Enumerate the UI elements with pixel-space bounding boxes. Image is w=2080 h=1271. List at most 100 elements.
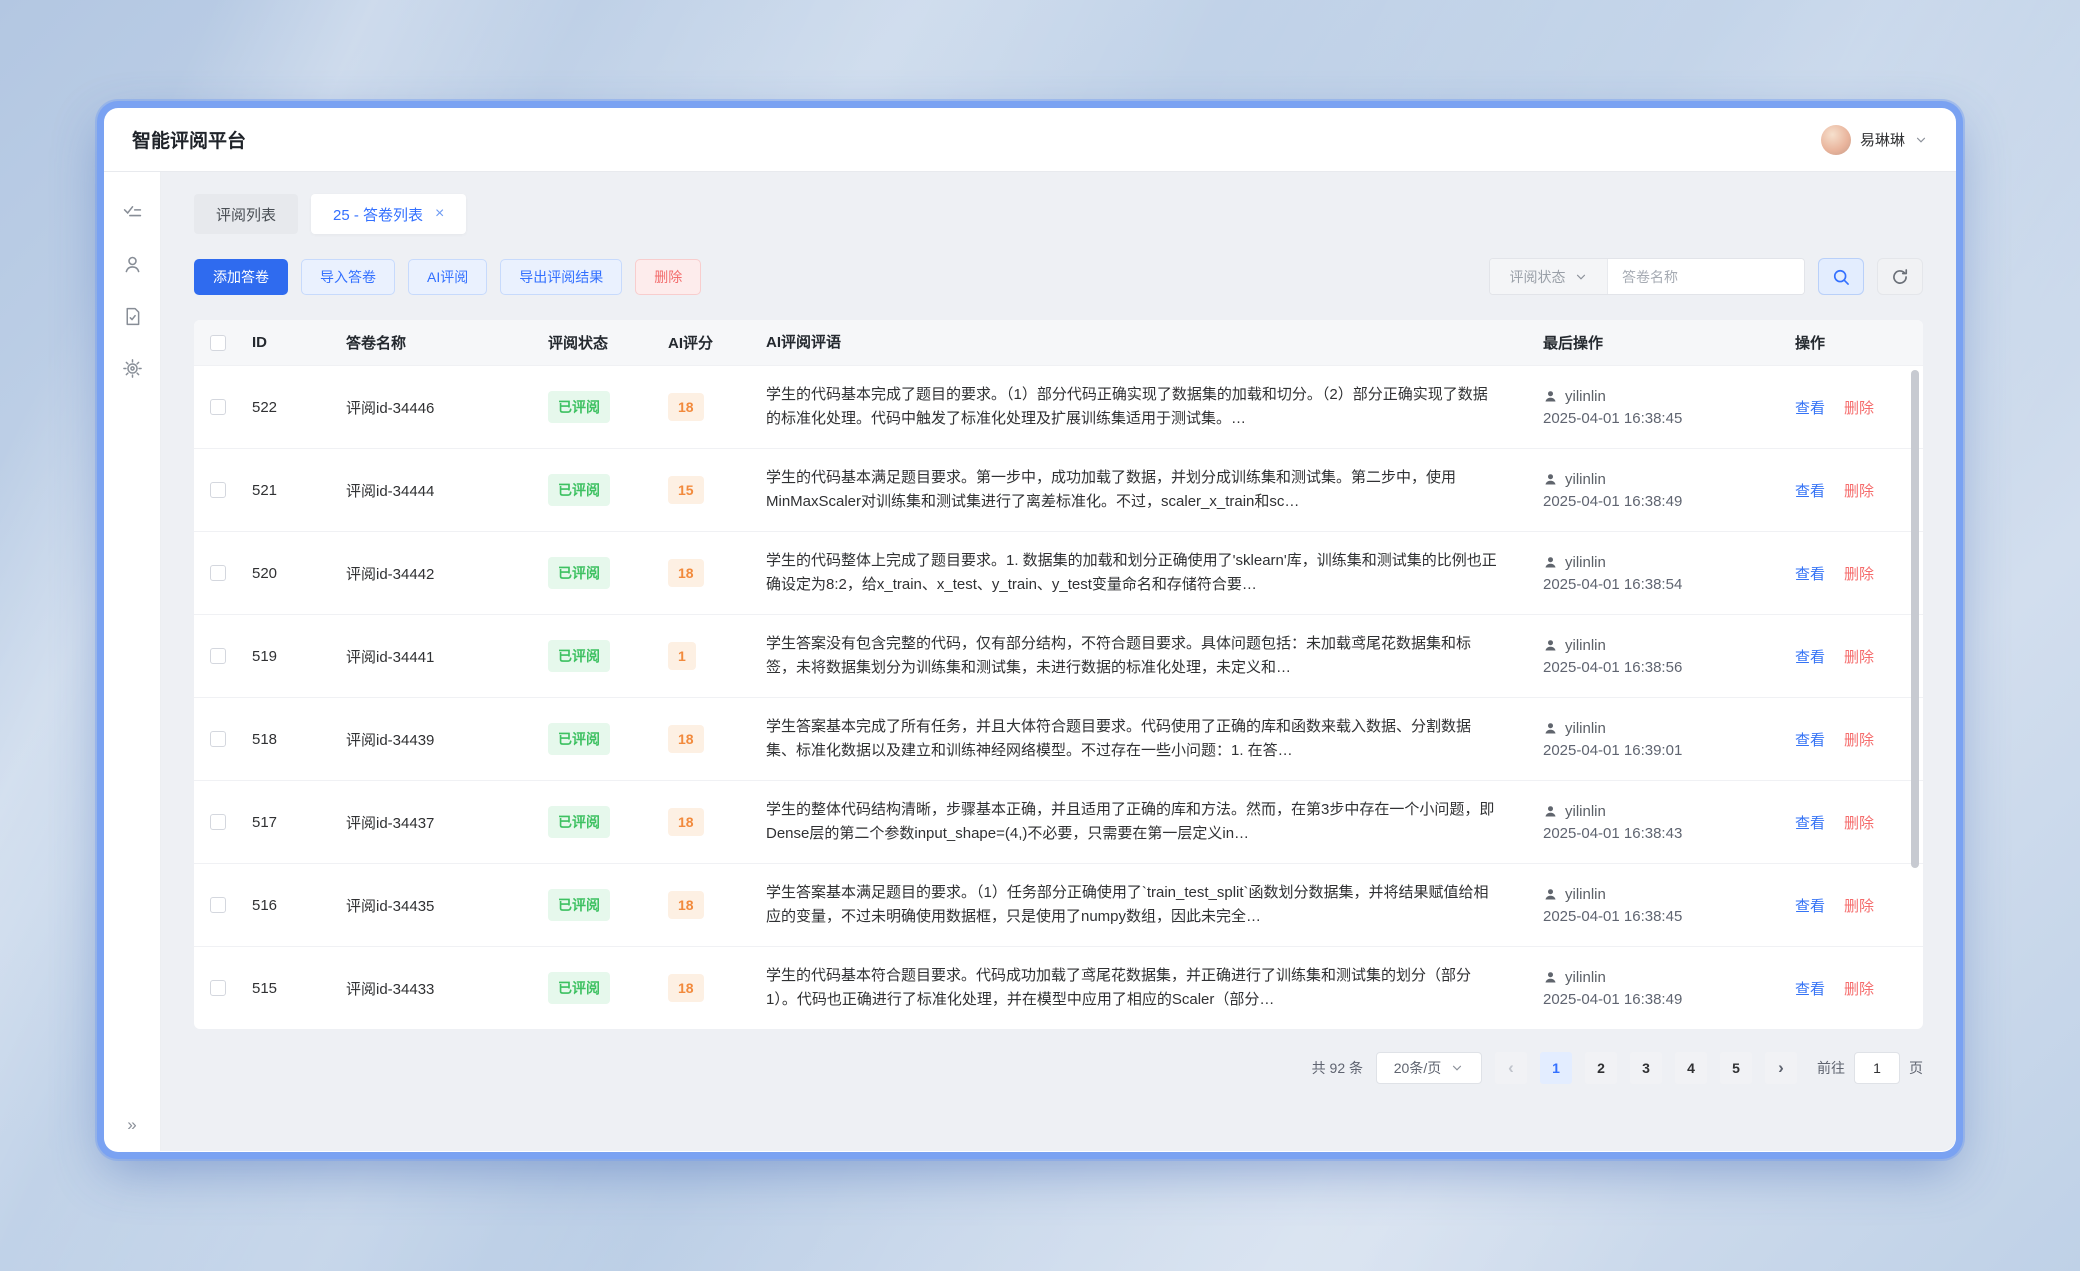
row-comment: 学生的代码基本完成了题目的要求。（1）部分代码正确实现了数据集的加载和切分。（2… xyxy=(766,383,1543,431)
row-id: 515 xyxy=(252,980,346,997)
view-link[interactable]: 查看 xyxy=(1795,978,1825,999)
page-size-select[interactable]: 20条/页 xyxy=(1376,1052,1482,1084)
delete-link[interactable]: 删除 xyxy=(1844,397,1874,418)
page-button-1[interactable]: 1 xyxy=(1540,1052,1572,1084)
sidebar-item-users[interactable] xyxy=(122,254,143,275)
answer-name-input[interactable] xyxy=(1608,259,1804,294)
row-score-cell: 15 xyxy=(668,476,766,504)
row-checkbox[interactable] xyxy=(210,399,226,415)
row-timestamp: 2025-04-01 16:38:49 xyxy=(1543,991,1785,1008)
view-link[interactable]: 查看 xyxy=(1795,646,1825,667)
refresh-button[interactable] xyxy=(1877,258,1923,295)
delete-link[interactable]: 删除 xyxy=(1844,895,1874,916)
view-link[interactable]: 查看 xyxy=(1795,480,1825,501)
row-status-cell: 已评阅 xyxy=(548,557,668,589)
next-page-button[interactable]: › xyxy=(1765,1052,1797,1084)
row-last-operation: yilinlin 2025-04-01 16:38:54 xyxy=(1543,554,1795,593)
row-checkbox[interactable] xyxy=(210,897,226,913)
sidebar-item-settings[interactable] xyxy=(122,358,143,379)
select-all-checkbox[interactable] xyxy=(210,335,226,351)
review-status-select[interactable]: 评阅状态 xyxy=(1490,259,1608,294)
table-row: 519 评阅id-34441 已评阅 1 学生答案没有包含完整的代码，仅有部分结… xyxy=(194,614,1923,697)
view-link[interactable]: 查看 xyxy=(1795,895,1825,916)
export-results-button[interactable]: 导出评阅结果 xyxy=(500,259,622,295)
delete-link[interactable]: 删除 xyxy=(1844,812,1874,833)
status-badge: 已评阅 xyxy=(548,640,610,672)
view-link[interactable]: 查看 xyxy=(1795,563,1825,584)
row-last-operation: yilinlin 2025-04-01 16:38:49 xyxy=(1543,969,1795,1008)
score-badge: 18 xyxy=(668,808,704,836)
row-checkbox[interactable] xyxy=(210,980,226,996)
tab-review-list[interactable]: 评阅列表 xyxy=(194,194,298,234)
table-scrollbar[interactable] xyxy=(1911,370,1919,868)
row-checkbox[interactable] xyxy=(210,731,226,747)
page-button-4[interactable]: 4 xyxy=(1675,1052,1707,1084)
row-name: 评阅id-34433 xyxy=(346,978,548,999)
row-status-cell: 已评阅 xyxy=(548,972,668,1004)
view-link[interactable]: 查看 xyxy=(1795,397,1825,418)
row-id: 522 xyxy=(252,399,346,416)
view-link[interactable]: 查看 xyxy=(1795,729,1825,750)
page-button-2[interactable]: 2 xyxy=(1585,1052,1617,1084)
row-name: 评阅id-34437 xyxy=(346,812,548,833)
table-header: ID 答卷名称 评阅状态 AI评分 AI评阅评语 最后操作 操作 xyxy=(194,320,1923,365)
column-header-status: 评阅状态 xyxy=(548,332,668,353)
delete-link[interactable]: 删除 xyxy=(1844,978,1874,999)
close-icon[interactable]: × xyxy=(435,206,444,222)
row-checkbox[interactable] xyxy=(210,648,226,664)
task-check-icon xyxy=(122,202,143,223)
header-checkbox-cell xyxy=(194,335,252,351)
chevron-down-icon xyxy=(1450,1061,1464,1075)
delete-link[interactable]: 删除 xyxy=(1844,480,1874,501)
row-name: 评阅id-34441 xyxy=(346,646,548,667)
sidebar-item-papers[interactable] xyxy=(122,306,143,327)
goto-unit: 页 xyxy=(1909,1058,1923,1078)
delete-link[interactable]: 删除 xyxy=(1844,563,1874,584)
add-answer-button[interactable]: 添加答卷 xyxy=(194,259,288,295)
person-icon xyxy=(1543,389,1558,404)
import-answer-button[interactable]: 导入答卷 xyxy=(301,259,395,295)
row-timestamp: 2025-04-01 16:38:43 xyxy=(1543,825,1785,842)
row-actions: 查看 删除 xyxy=(1795,397,1923,418)
delete-link[interactable]: 删除 xyxy=(1844,729,1874,750)
row-timestamp: 2025-04-01 16:38:56 xyxy=(1543,659,1785,676)
page-button-5[interactable]: 5 xyxy=(1720,1052,1752,1084)
row-checkbox[interactable] xyxy=(210,814,226,830)
row-operator: yilinlin xyxy=(1565,554,1606,571)
row-checkbox-cell xyxy=(194,731,252,747)
search-button[interactable] xyxy=(1818,258,1864,295)
row-operator: yilinlin xyxy=(1565,803,1606,820)
row-checkbox[interactable] xyxy=(210,565,226,581)
row-name: 评阅id-34446 xyxy=(346,397,548,418)
row-operator: yilinlin xyxy=(1565,720,1606,737)
table-row: 518 评阅id-34439 已评阅 18 学生答案基本完成了所有任务，并且大体… xyxy=(194,697,1923,780)
row-timestamp: 2025-04-01 16:38:49 xyxy=(1543,493,1785,510)
sidebar-collapse-icon[interactable]: » xyxy=(127,1115,136,1135)
ai-review-button[interactable]: AI评阅 xyxy=(408,259,487,295)
view-link[interactable]: 查看 xyxy=(1795,812,1825,833)
score-badge: 18 xyxy=(668,725,704,753)
row-actions: 查看 删除 xyxy=(1795,646,1923,667)
row-operator: yilinlin xyxy=(1565,388,1606,405)
user-menu[interactable]: 易琳琳 xyxy=(1821,125,1928,155)
row-name: 评阅id-34439 xyxy=(346,729,548,750)
sidebar-item-review-tasks[interactable] xyxy=(122,202,143,223)
app-window: 智能评阅平台 易琳琳 » xyxy=(104,108,1956,1152)
prev-page-button[interactable]: ‹ xyxy=(1495,1052,1527,1084)
column-header-score: AI评分 xyxy=(668,332,766,353)
row-comment: 学生答案没有包含完整的代码，仅有部分结构，不符合题目要求。具体问题包括：未加载鸢… xyxy=(766,632,1543,680)
tab-answer-sheet-list[interactable]: 25 - 答卷列表 × xyxy=(311,194,466,234)
status-badge: 已评阅 xyxy=(548,723,610,755)
delete-button[interactable]: 删除 xyxy=(635,259,701,295)
row-last-operation: yilinlin 2025-04-01 16:39:01 xyxy=(1543,720,1795,759)
row-checkbox[interactable] xyxy=(210,482,226,498)
delete-link[interactable]: 删除 xyxy=(1844,646,1874,667)
row-id: 521 xyxy=(252,482,346,499)
goto-page-input[interactable] xyxy=(1854,1052,1900,1084)
row-comment: 学生的代码整体上完成了题目要求。1. 数据集的加载和划分正确使用了'sklear… xyxy=(766,549,1543,597)
row-status-cell: 已评阅 xyxy=(548,640,668,672)
tab-bar: 评阅列表 25 - 答卷列表 × xyxy=(194,194,1923,234)
row-status-cell: 已评阅 xyxy=(548,723,668,755)
page-button-3[interactable]: 3 xyxy=(1630,1052,1662,1084)
window-header: 智能评阅平台 易琳琳 xyxy=(104,108,1956,172)
